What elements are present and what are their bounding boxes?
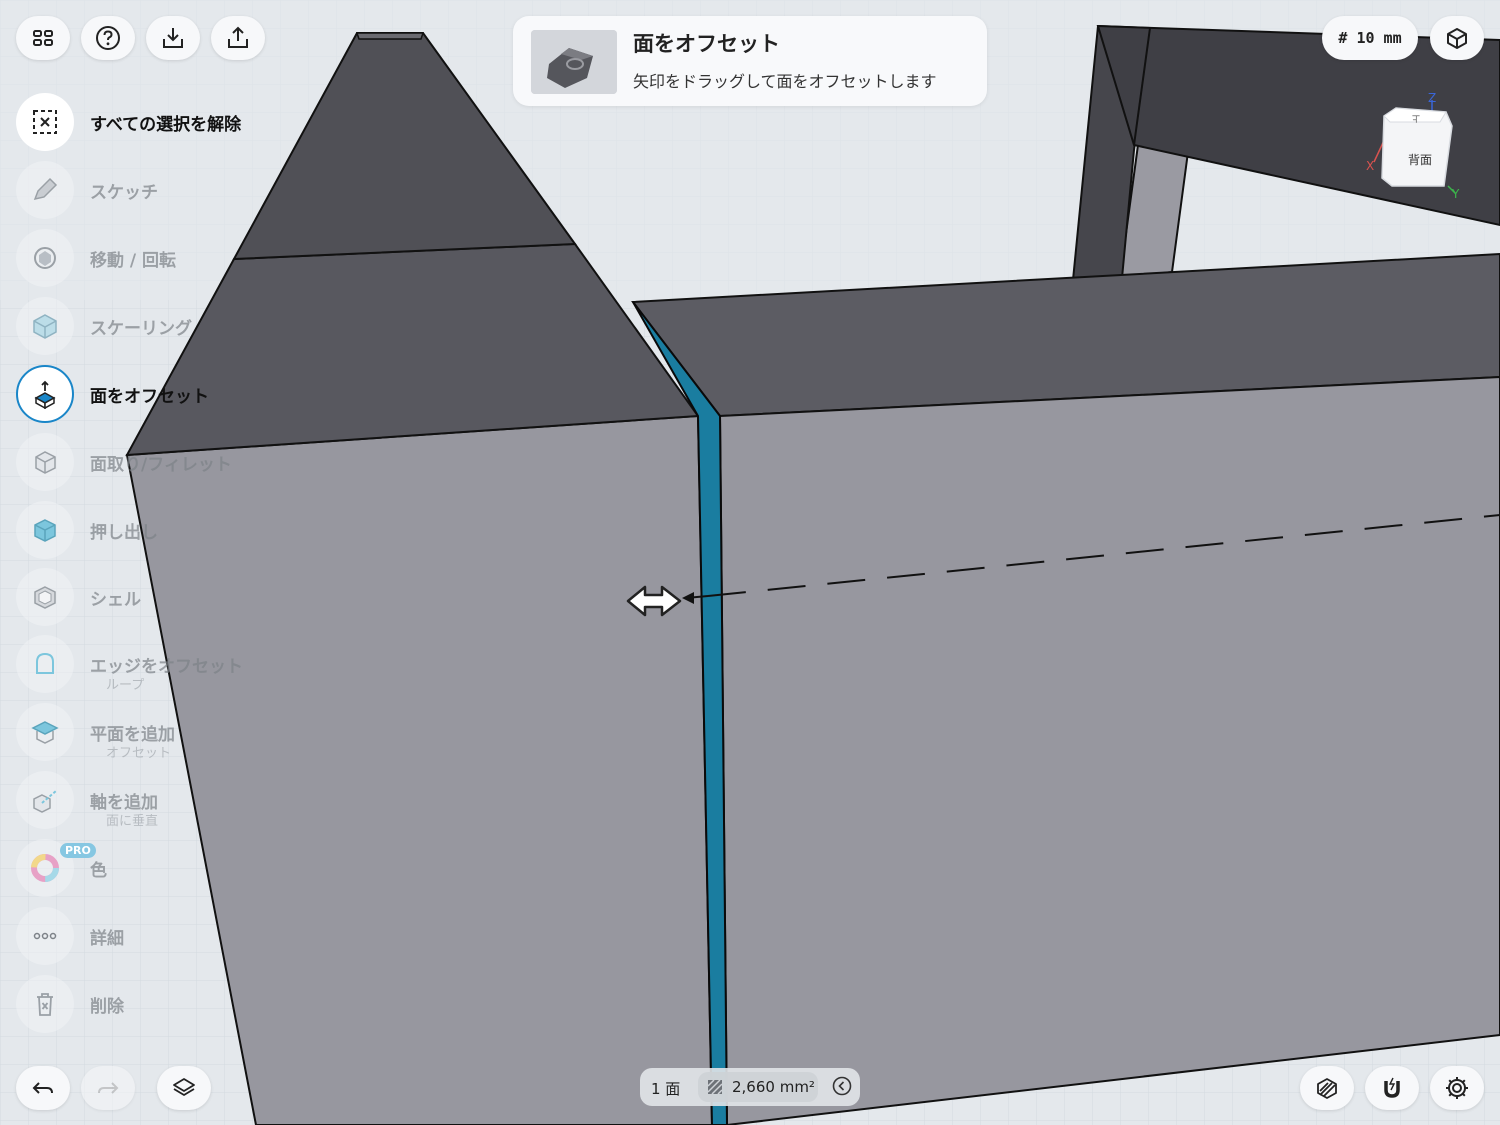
tool-label: スケッチ xyxy=(90,182,158,203)
axis-x-label: X xyxy=(1366,159,1374,173)
help-icon xyxy=(96,26,120,50)
tool-sublabel: ループ xyxy=(106,678,145,693)
tool-preview-thumbnail xyxy=(531,30,617,94)
help-button[interactable] xyxy=(81,16,135,60)
download-icon xyxy=(163,28,183,48)
add-plane-icon xyxy=(31,721,59,744)
tool-sublabel: オフセット xyxy=(106,746,172,761)
tool-offset-face[interactable]: 面をオフセット xyxy=(16,364,336,424)
tool-label: エッジをオフセット xyxy=(90,656,243,677)
right-block-side[interactable] xyxy=(718,375,1500,1125)
gear-icon xyxy=(1446,1077,1468,1099)
move-rotate-icon xyxy=(34,247,56,269)
layers-button[interactable] xyxy=(157,1066,211,1110)
tool-shell[interactable]: シェル xyxy=(16,567,336,627)
grid-menu-button[interactable] xyxy=(16,16,70,60)
add-axis-icon xyxy=(33,790,57,813)
import-button[interactable] xyxy=(146,16,200,60)
tool-label: 平面を追加 xyxy=(90,724,175,745)
hint-description: 矢印をドラッグして面をオフセットします xyxy=(633,72,937,91)
section-view-button[interactable] xyxy=(1300,1066,1354,1110)
hint-title: 面をオフセット xyxy=(633,32,780,56)
tool-label: 詳細 xyxy=(90,928,124,949)
selected-face-area: 2,660 mm² xyxy=(732,1078,815,1096)
redo-button[interactable] xyxy=(81,1066,135,1110)
trash-icon xyxy=(37,993,53,1016)
upload-icon xyxy=(228,26,248,48)
section-view-icon xyxy=(1317,1078,1337,1099)
scale-cube-icon xyxy=(33,314,57,339)
sketch-pen-icon xyxy=(33,177,58,201)
tool-hint-banner: 面をオフセット 矢印をドラッグして面をオフセットします xyxy=(513,16,987,106)
tool-label: 面をオフセット xyxy=(90,386,209,407)
tool-add-axis[interactable]: 軸を追加 面に垂直 xyxy=(16,770,336,830)
tool-more[interactable]: 詳細 xyxy=(16,906,336,966)
more-dots-icon xyxy=(33,932,57,940)
chevron-left-icon[interactable] xyxy=(832,1076,852,1096)
area-hatch-icon xyxy=(707,1079,723,1095)
magnet-icon xyxy=(1384,1077,1400,1098)
deselect-all-icon xyxy=(33,110,57,134)
tool-delete[interactable]: 削除 xyxy=(16,974,336,1034)
tool-label: 削除 xyxy=(90,996,124,1017)
tool-move-rotate[interactable]: 移動 / 回転 xyxy=(16,228,336,288)
tool-label: 色 xyxy=(90,860,107,881)
tool-label: 押し出し xyxy=(90,522,158,543)
color-wheel-icon xyxy=(31,854,59,882)
axis-y-label: Y xyxy=(1451,187,1460,200)
offset-face-icon xyxy=(34,380,56,409)
view-cube[interactable]: 上 背面 X Y Z xyxy=(1360,90,1470,201)
tool-sublabel: 面に垂直 xyxy=(106,814,159,829)
offset-edge-icon xyxy=(36,652,54,674)
export-button[interactable] xyxy=(211,16,265,60)
settings-button[interactable] xyxy=(1430,1066,1484,1110)
tool-label: 面取り/フィレット xyxy=(90,454,232,475)
layers-icon xyxy=(173,1078,195,1096)
tool-extrude[interactable]: 押し出し xyxy=(16,500,336,560)
tool-label: 移動 / 回転 xyxy=(90,250,177,271)
selected-face-count: 1 面 xyxy=(651,1080,681,1098)
isometric-view-icon xyxy=(1447,28,1467,49)
extrude-icon xyxy=(34,519,56,542)
snap-button[interactable] xyxy=(1365,1066,1419,1110)
tool-label: スケーリング xyxy=(90,318,192,339)
view-mode-button[interactable] xyxy=(1430,16,1484,60)
tool-label: すべての選択を解除 xyxy=(90,114,242,135)
axis-z-label: Z xyxy=(1428,91,1436,105)
tool-chamfer-fillet[interactable]: 面取り/フィレット xyxy=(16,432,336,492)
tool-label: シェル xyxy=(90,589,141,610)
grid-menu-icon xyxy=(33,30,53,46)
tool-label: 軸を追加 xyxy=(90,792,158,813)
tool-scaling[interactable]: スケーリング xyxy=(16,296,336,356)
undo-icon xyxy=(32,1082,53,1094)
tool-deselect-all[interactable]: すべての選択を解除 xyxy=(16,92,336,152)
redo-icon xyxy=(98,1082,119,1094)
selection-status: 1 面 2,660 mm² xyxy=(640,1068,860,1106)
tool-offset-edge[interactable]: エッジをオフセット ループ xyxy=(16,634,336,694)
tool-color[interactable]: PRO 色 xyxy=(16,838,336,898)
view-cube-face-label: 背面 xyxy=(1408,153,1432,167)
shell-icon xyxy=(34,586,56,609)
view-cube-top-label: 上 xyxy=(1412,114,1420,123)
tool-sketch[interactable]: スケッチ xyxy=(16,160,336,220)
chamfer-fillet-icon xyxy=(35,451,56,474)
tool-add-plane[interactable]: 平面を追加 オフセット xyxy=(16,702,336,762)
undo-button[interactable] xyxy=(16,1066,70,1110)
grid-size-button[interactable]: # 10 mm xyxy=(1322,16,1418,60)
